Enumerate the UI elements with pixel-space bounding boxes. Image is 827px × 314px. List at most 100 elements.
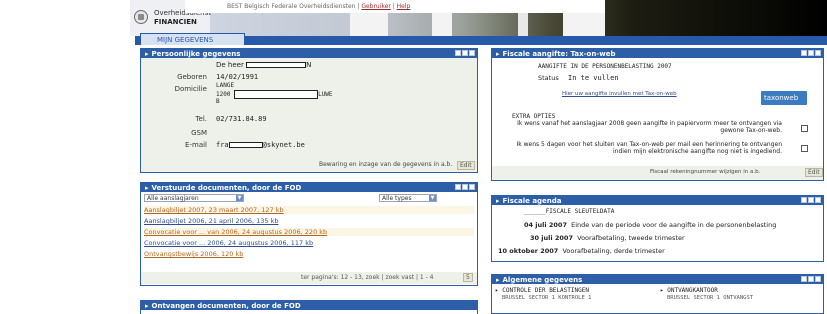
panel-header: ▸ Fiscale aangifte: Tax-on-web [492, 49, 823, 58]
panel-body: De heer N Geboren 14/02/1991 Domicilie L… [141, 58, 477, 172]
panel-controls [801, 276, 821, 282]
panel-body: Alle aanslagjaren ▼ Alle types ▼ Aanslagbi… [141, 192, 477, 285]
chevron-down-icon: ▼ [236, 195, 243, 201]
panel-controls [455, 184, 475, 190]
panel-controls [801, 50, 821, 56]
document-link[interactable]: Aanslagbiljet 2007, 23 maart 2007, 127 k… [144, 206, 474, 214]
pagination-text[interactable]: ter pagina's: 12 - 13, zoek | zoek vast … [301, 274, 434, 281]
birth-label: Geboren [177, 73, 207, 81]
header-decor [0, 12, 827, 36]
personal-edit-button[interactable]: Edit [457, 161, 475, 170]
office-heading: ▸ ONTVANGKANTOOR [660, 287, 718, 294]
chevron-down-icon: ▼ [429, 195, 436, 201]
tax-footer-text: Fiscaal rekeningnummer wijzigen in a.b. [650, 169, 761, 175]
gsm-label: GSM [191, 129, 207, 137]
address-line1: LANGE [216, 82, 235, 89]
panel-header: ▸ Verstuurde documenten, door de FOD [141, 183, 477, 192]
logo-line2: FINANCIEN [154, 18, 197, 26]
help-icon[interactable] [455, 50, 461, 56]
panel-body: ______FISCALE SLEUTELDATA 04 juli 2007 E… [492, 205, 823, 261]
control-value: BRUSSEL SECTOR 1 KONTROLE 1 [502, 295, 592, 301]
user-link[interactable]: Gebruiker [361, 3, 391, 10]
document-link[interactable]: Convocatie voor ... van 2006, 24 augustu… [144, 228, 474, 236]
tel-value: 02/731.84.89 [216, 115, 267, 123]
collapse-arrow-icon[interactable]: ▸ [145, 184, 149, 192]
type-filter-select[interactable]: Alle types ▼ [379, 194, 437, 202]
name-value: De heer N [216, 61, 312, 69]
collapse-arrow-icon[interactable]: ▸ [145, 302, 149, 310]
document-link[interactable]: Ontvangstbewijs 2006, 120 kb [144, 250, 243, 258]
fiscal-agenda-panel: ▸ Fiscale agenda ______FISCALE SLEUTELDAT… [491, 195, 824, 262]
panel-header: ▸ Ontvangen documenten, door de FOD [141, 301, 477, 310]
close-icon[interactable] [469, 50, 475, 56]
personal-data-panel: ▸ Persoonlijke gegevens De heer N Geboren… [140, 48, 478, 173]
panel-title: Algemene gegevens [502, 276, 583, 284]
panel-header: ▸ Persoonlijke gegevens [141, 49, 477, 58]
office-value: BRUSSEL SECTOR 1 ONTVANGST [667, 295, 754, 301]
help-link[interactable]: Help [397, 3, 411, 10]
belgium-crest-icon [134, 10, 148, 24]
minimize-icon[interactable] [808, 50, 814, 56]
taxonweb-badge[interactable]: taxonweb [761, 91, 807, 105]
document-link[interactable]: Convocatie voor ... 2006, 24 augustus 20… [144, 239, 313, 247]
panel-header: ▸ Fiscale agenda [492, 196, 823, 205]
personal-footer-text: Bewaring en inzage van de gegevens in a.… [319, 161, 453, 168]
agenda-entry: 30 juli 2007 Voorafbetaling, tweede trim… [530, 234, 685, 242]
page: Overheidsdienst FINANCIEN BEST Belgisch … [0, 0, 827, 314]
panel-title: Verstuurde documenten, door de FOD [151, 184, 302, 192]
tax-status-label: Status [538, 74, 559, 82]
collapse-arrow-icon[interactable]: ▸ [496, 276, 500, 284]
options-heading: EXTRA OPTIES [512, 113, 556, 120]
tax-return-panel: ▸ Fiscale aangifte: Tax-on-web AANGIFTE I… [491, 48, 824, 181]
control-heading: ▸ CONTROLE DER BELASTINGEN [495, 287, 589, 294]
agenda-heading: ______FISCALE SLEUTELDATA [524, 208, 615, 215]
address-line3: B [216, 98, 220, 105]
panel-title: Fiscale aangifte: Tax-on-web [502, 50, 616, 58]
collapse-arrow-icon[interactable]: ▸ [496, 197, 500, 205]
agenda-entry: 10 oktober 2007 Voorafbetaling, derde tr… [498, 247, 665, 255]
document-link[interactable]: Aanslagbiljet 2006, 21 april 2006, 135 k… [144, 217, 279, 225]
email-label: E-mail [185, 141, 207, 149]
panel-controls [801, 197, 821, 203]
close-icon[interactable] [815, 276, 821, 282]
help-icon[interactable] [801, 276, 807, 282]
tax-edit-button[interactable]: Edit [805, 168, 823, 177]
tax-heading: AANGIFTE IN DE PERSONENBELASTING 2007 [538, 63, 672, 70]
option2-text: Ik wens 5 dagen voor het sluiten van Tax… [516, 141, 782, 155]
minimize-icon[interactable] [808, 197, 814, 203]
panel-title: Ontvangen documenten, door de FOD [151, 302, 301, 310]
collapse-arrow-icon[interactable]: ▸ [496, 50, 500, 58]
tab-mijn-gegevens[interactable]: MIJN GEGEVENS [140, 33, 245, 45]
agenda-entry: 04 juli 2007 Einde van de periode voor d… [524, 221, 777, 229]
panel-body: AANGIFTE IN DE PERSONENBELASTING 2007 St… [492, 58, 823, 180]
option2-checkbox[interactable] [801, 145, 808, 152]
header-status-bar: BEST Belgisch Federale Overheidsdiensten… [185, 0, 605, 13]
tax-status-value: In te vullen [568, 74, 619, 82]
minimize-icon[interactable] [462, 184, 468, 190]
sent-documents-panel: ▸ Verstuurde documenten, door de FOD Alle… [140, 182, 478, 286]
general-data-panel: ▸ Algemene gegevens ▸ CONTROLE DER BELAST… [491, 274, 824, 314]
option1-checkbox[interactable] [801, 125, 808, 132]
panel-title: Persoonlijke gegevens [151, 50, 241, 58]
option1-text: Ik wens vanaf het aanslagjaar 2008 geen … [517, 120, 782, 134]
received-documents-panel: ▸ Ontvangen documenten, door de FOD [140, 300, 478, 314]
panel-title: Fiscale agenda [502, 197, 562, 205]
close-icon[interactable] [469, 184, 475, 190]
minimize-icon[interactable] [462, 50, 468, 56]
collapse-arrow-icon[interactable]: ▸ [145, 50, 149, 58]
tax-on-web-link[interactable]: Hier uw aangifte invullen met Tax-on-web [562, 91, 677, 97]
help-icon[interactable] [801, 50, 807, 56]
panel-controls [455, 50, 475, 56]
address-line2: 1200 LUWE [216, 90, 333, 99]
tel-label: Tel. [195, 115, 207, 123]
minimize-icon[interactable] [808, 276, 814, 282]
help-icon[interactable] [455, 184, 461, 190]
help-icon[interactable] [801, 197, 807, 203]
panel-header: ▸ Algemene gegevens [492, 275, 823, 284]
birth-value: 14/02/1991 [216, 73, 259, 81]
status-text: BEST Belgisch Federale Overheidsdiensten… [227, 3, 360, 10]
close-icon[interactable] [815, 50, 821, 56]
email-value: fra @skynet.be [216, 141, 305, 149]
year-filter-select[interactable]: Alle aanslagjaren ▼ [144, 194, 244, 202]
close-icon[interactable] [815, 197, 821, 203]
